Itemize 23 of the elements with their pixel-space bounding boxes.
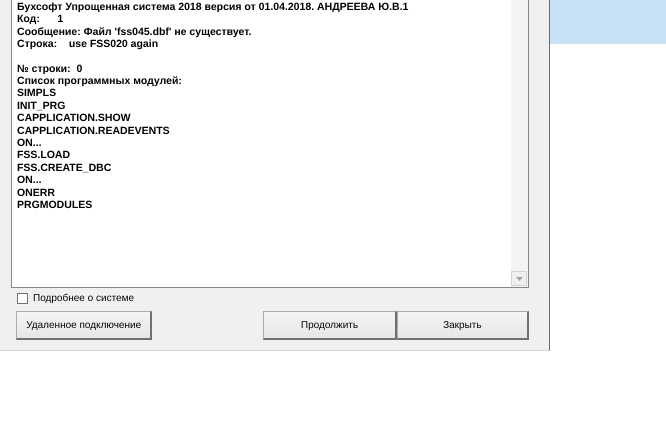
checkbox-label[interactable]: Подробнее о системе	[33, 292, 134, 304]
report-line: Список программных модулей:	[17, 75, 183, 88]
report-line: ON...	[17, 137, 43, 150]
report-line: CAPPLICATION.READEVENTS	[17, 124, 171, 138]
report-line: PRGMODULES	[17, 199, 94, 212]
report-line: ON...	[17, 174, 43, 187]
report-line: № строки: 0	[17, 62, 84, 76]
report-line: Бухсофт Упрощенная система 2018 версия от 01.04.2018. АНДРЕЕВА Ю.В.1	[17, 1, 410, 14]
remote-connection-button[interactable]: Удаленное подключение	[16, 311, 152, 340]
scroll-down-icon[interactable]	[511, 271, 527, 286]
report-line: FSS.CREATE_DBC	[17, 162, 112, 174]
report-line: FSS.LOAD	[17, 149, 72, 162]
report-line: CAPPLICATION.SHOW	[17, 112, 132, 125]
checkbox[interactable]	[17, 292, 28, 304]
report-line: Строка: use FSS020 again	[17, 38, 160, 51]
report-line: ONERR	[17, 186, 56, 200]
report-line: Сообщение: Файл 'fss045.dbf' не существует.	[17, 26, 252, 38]
close-button[interactable]: Закрыть	[396, 311, 530, 340]
report-line: Код: 1	[17, 13, 64, 26]
report-line: SIMPLS	[17, 87, 58, 100]
scrollbar[interactable]	[511, 0, 528, 287]
continue-button[interactable]: Продолжить	[263, 311, 397, 340]
report-line: INIT_PRG	[17, 100, 66, 112]
